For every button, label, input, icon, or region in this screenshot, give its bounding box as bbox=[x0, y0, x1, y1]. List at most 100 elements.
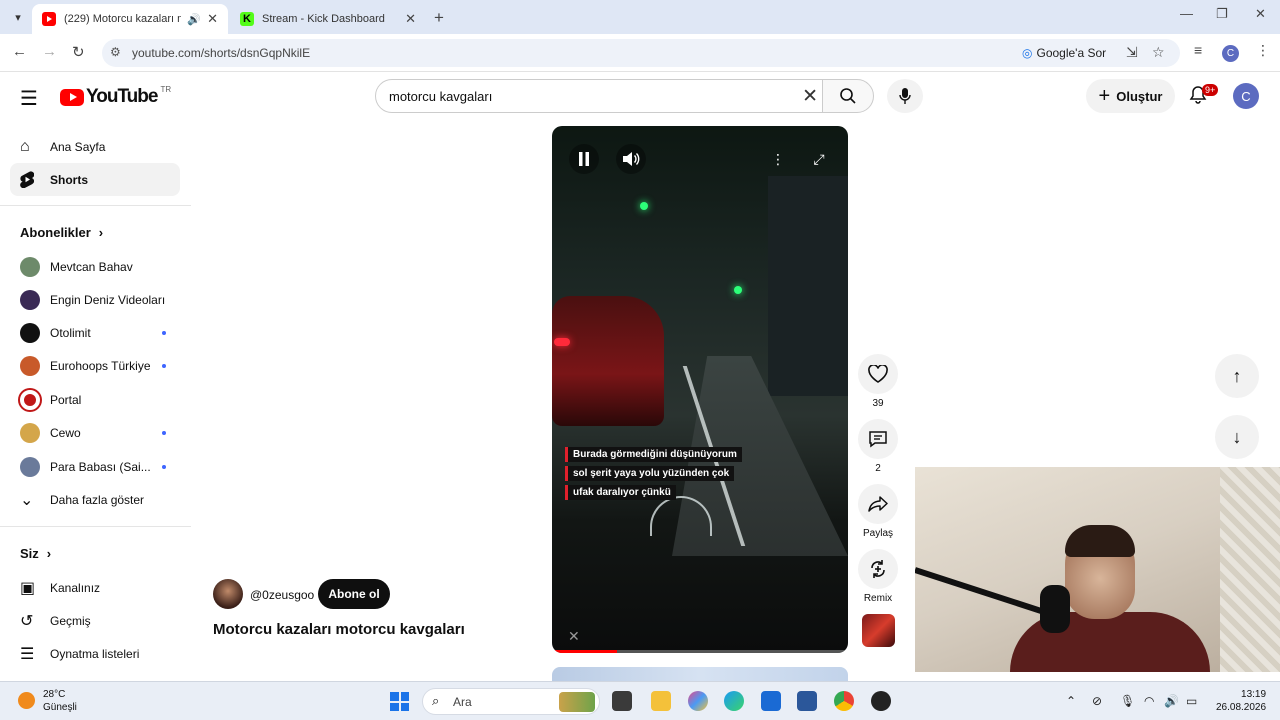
account-avatar[interactable]: C bbox=[1233, 83, 1259, 109]
sidebar-item-home[interactable]: ⌂ Ana Sayfa bbox=[10, 130, 180, 163]
comments-button[interactable] bbox=[858, 419, 898, 459]
browser-tab-kick[interactable]: K Stream - Kick Dashboard ✕ bbox=[230, 4, 426, 34]
like-count: 39 bbox=[872, 398, 884, 409]
reload-icon[interactable]: ↻ bbox=[72, 43, 85, 61]
chevron-right-icon: › bbox=[46, 546, 52, 561]
sidebar-item-subscription[interactable]: Mevtcan Bahav bbox=[10, 250, 180, 283]
video-progress-bar[interactable] bbox=[552, 650, 848, 653]
window-close-icon[interactable]: ✕ bbox=[1255, 6, 1266, 22]
sidebar-item-subscription[interactable]: Cewo bbox=[10, 416, 180, 449]
plus-icon: + bbox=[1098, 84, 1111, 107]
shorts-video-player[interactable]: ⋮ ⤢ Burada görmediğini düşünüyorum sol ş… bbox=[552, 126, 848, 653]
tab-close-icon[interactable]: ✕ bbox=[405, 11, 416, 27]
network-off-icon[interactable]: ⊘ bbox=[1092, 694, 1102, 708]
video-frame-taillight bbox=[554, 338, 570, 346]
voice-search-button[interactable] bbox=[887, 79, 923, 113]
sidebar-item-subscription[interactable]: Otolimit bbox=[10, 316, 180, 349]
chrome-icon[interactable] bbox=[834, 691, 854, 711]
more-options-icon[interactable]: ⋮ bbox=[763, 144, 793, 174]
you-header[interactable]: Siz › bbox=[20, 546, 51, 561]
weather-widget[interactable]: 28°C Güneşli bbox=[43, 688, 77, 714]
shorts-icon bbox=[10, 171, 50, 188]
remix-button[interactable] bbox=[858, 549, 898, 589]
sidebar-item-subscription[interactable]: Portal bbox=[10, 383, 180, 416]
search-button[interactable] bbox=[822, 79, 874, 113]
volume-icon[interactable]: 🔊 bbox=[1164, 694, 1179, 708]
volume-button[interactable] bbox=[616, 144, 646, 174]
sidebar-item-shorts[interactable]: Shorts bbox=[10, 163, 180, 196]
microphone-icon[interactable]: 🎙 bbox=[1120, 694, 1135, 708]
clear-search-icon[interactable]: ✕ bbox=[802, 85, 818, 108]
forward-icon[interactable]: → bbox=[42, 43, 57, 60]
sidebar-item-label: Ana Sayfa bbox=[50, 139, 106, 154]
new-content-dot bbox=[162, 464, 166, 469]
reading-list-icon[interactable]: ≡ bbox=[1194, 42, 1202, 58]
address-bar[interactable]: ⚙ youtube.com/shorts/dsnGqpNkilE ◎ Googl… bbox=[102, 39, 1180, 67]
sidebar-item-your-channel[interactable]: ▣ Kanalınız bbox=[10, 571, 180, 604]
copilot-icon[interactable] bbox=[688, 691, 708, 711]
search-input[interactable]: motorcu kavgaları ✕ bbox=[375, 79, 823, 113]
channel-avatar bbox=[10, 456, 50, 477]
battery-icon[interactable]: ▭ bbox=[1186, 694, 1197, 708]
site-info-icon[interactable]: ⚙ bbox=[110, 45, 121, 59]
sidebar-item-playlists[interactable]: ☰ Oynatma listeleri bbox=[10, 637, 180, 670]
youtube-favicon-icon bbox=[42, 12, 56, 26]
minimize-icon[interactable]: — bbox=[1180, 6, 1193, 21]
install-app-icon[interactable]: ⇲ bbox=[1126, 44, 1138, 61]
taskbar-search[interactable]: ⌕ Ara bbox=[422, 688, 600, 715]
restore-icon[interactable]: ❐ bbox=[1216, 6, 1228, 22]
subscribe-button[interactable]: Abone ol bbox=[318, 579, 390, 609]
caption-line: ufak daralıyor çünkü bbox=[565, 485, 676, 500]
next-short-preview[interactable] bbox=[552, 667, 848, 681]
sidebar-item-subscription[interactable]: Eurohoops Türkiye bbox=[10, 349, 180, 382]
weather-sun-icon[interactable] bbox=[18, 692, 35, 709]
tab-close-icon[interactable]: ✕ bbox=[207, 11, 218, 27]
windows-start-icon[interactable] bbox=[390, 692, 409, 711]
task-view-icon[interactable] bbox=[612, 691, 632, 711]
new-tab-button[interactable]: + bbox=[434, 8, 444, 28]
channel-handle[interactable]: @0zeusgoo bbox=[250, 588, 314, 602]
file-explorer-icon[interactable] bbox=[651, 691, 671, 711]
sidebar-item-subscription[interactable]: Engin Deniz Videoları bbox=[10, 283, 180, 316]
tab-audio-icon[interactable]: 🔊 bbox=[187, 13, 201, 26]
pause-button[interactable] bbox=[569, 144, 599, 174]
edge-icon[interactable] bbox=[724, 691, 744, 711]
url-text[interactable]: youtube.com/shorts/dsnGqpNkilE bbox=[132, 46, 310, 60]
tray-overflow-icon[interactable]: ⌃ bbox=[1066, 694, 1076, 708]
obs-icon[interactable] bbox=[871, 691, 891, 711]
subscriptions-header[interactable]: Abonelikler › bbox=[20, 225, 103, 240]
hamburger-menu-icon[interactable]: ☰ bbox=[20, 86, 38, 111]
create-button[interactable]: + Oluştur bbox=[1086, 79, 1175, 113]
word-icon[interactable] bbox=[797, 691, 817, 711]
youtube-logo[interactable]: YouTube TR bbox=[60, 85, 171, 108]
next-short-button[interactable]: ↓ bbox=[1215, 415, 1259, 459]
chevron-down-icon: ⌄ bbox=[20, 491, 34, 509]
like-button[interactable] bbox=[858, 354, 898, 394]
sidebar-item-history[interactable]: ↺ Geçmiş bbox=[10, 604, 180, 637]
browser-tab-youtube[interactable]: (229) Motorcu kazaları mot 🔊 ✕ bbox=[32, 4, 228, 34]
store-icon[interactable] bbox=[761, 691, 781, 711]
youtube-play-icon bbox=[60, 88, 84, 106]
wifi-icon[interactable]: ◠ bbox=[1144, 694, 1154, 708]
previous-short-button[interactable]: ↑ bbox=[1215, 354, 1259, 398]
fullscreen-icon[interactable]: ⤢ bbox=[804, 144, 834, 174]
google-lens-button[interactable]: ◎ Google'a Sor bbox=[1022, 46, 1106, 60]
logo-text: YouTube bbox=[86, 86, 158, 107]
new-content-dot bbox=[162, 363, 166, 368]
tab-search-chevron-icon[interactable]: ▾ bbox=[8, 8, 28, 26]
lens-label: Google'a Sor bbox=[1036, 46, 1107, 60]
bookmark-star-icon[interactable]: ☆ bbox=[1152, 44, 1165, 61]
sidebar-item-subscription[interactable]: Para Babası (Sai... bbox=[10, 450, 180, 483]
channel-avatar[interactable] bbox=[213, 579, 243, 609]
back-icon[interactable]: ← bbox=[12, 43, 27, 60]
tab-title: (229) Motorcu kazaları mot bbox=[64, 13, 181, 25]
date: 26.08.2026 bbox=[1216, 702, 1267, 713]
browser-profile-avatar[interactable]: C bbox=[1222, 45, 1239, 62]
chrome-menu-icon[interactable]: ⋮ bbox=[1256, 42, 1270, 59]
share-button[interactable] bbox=[858, 484, 898, 524]
sidebar-show-more[interactable]: ⌄ Daha fazla göster bbox=[10, 483, 180, 516]
sound-thumbnail[interactable] bbox=[862, 614, 895, 647]
sidebar-item-label: Otolimit bbox=[50, 325, 91, 340]
search-query[interactable]: motorcu kavgaları bbox=[389, 89, 492, 104]
taskbar-clock[interactable]: 13:19 26.08.2026 bbox=[1216, 688, 1266, 714]
